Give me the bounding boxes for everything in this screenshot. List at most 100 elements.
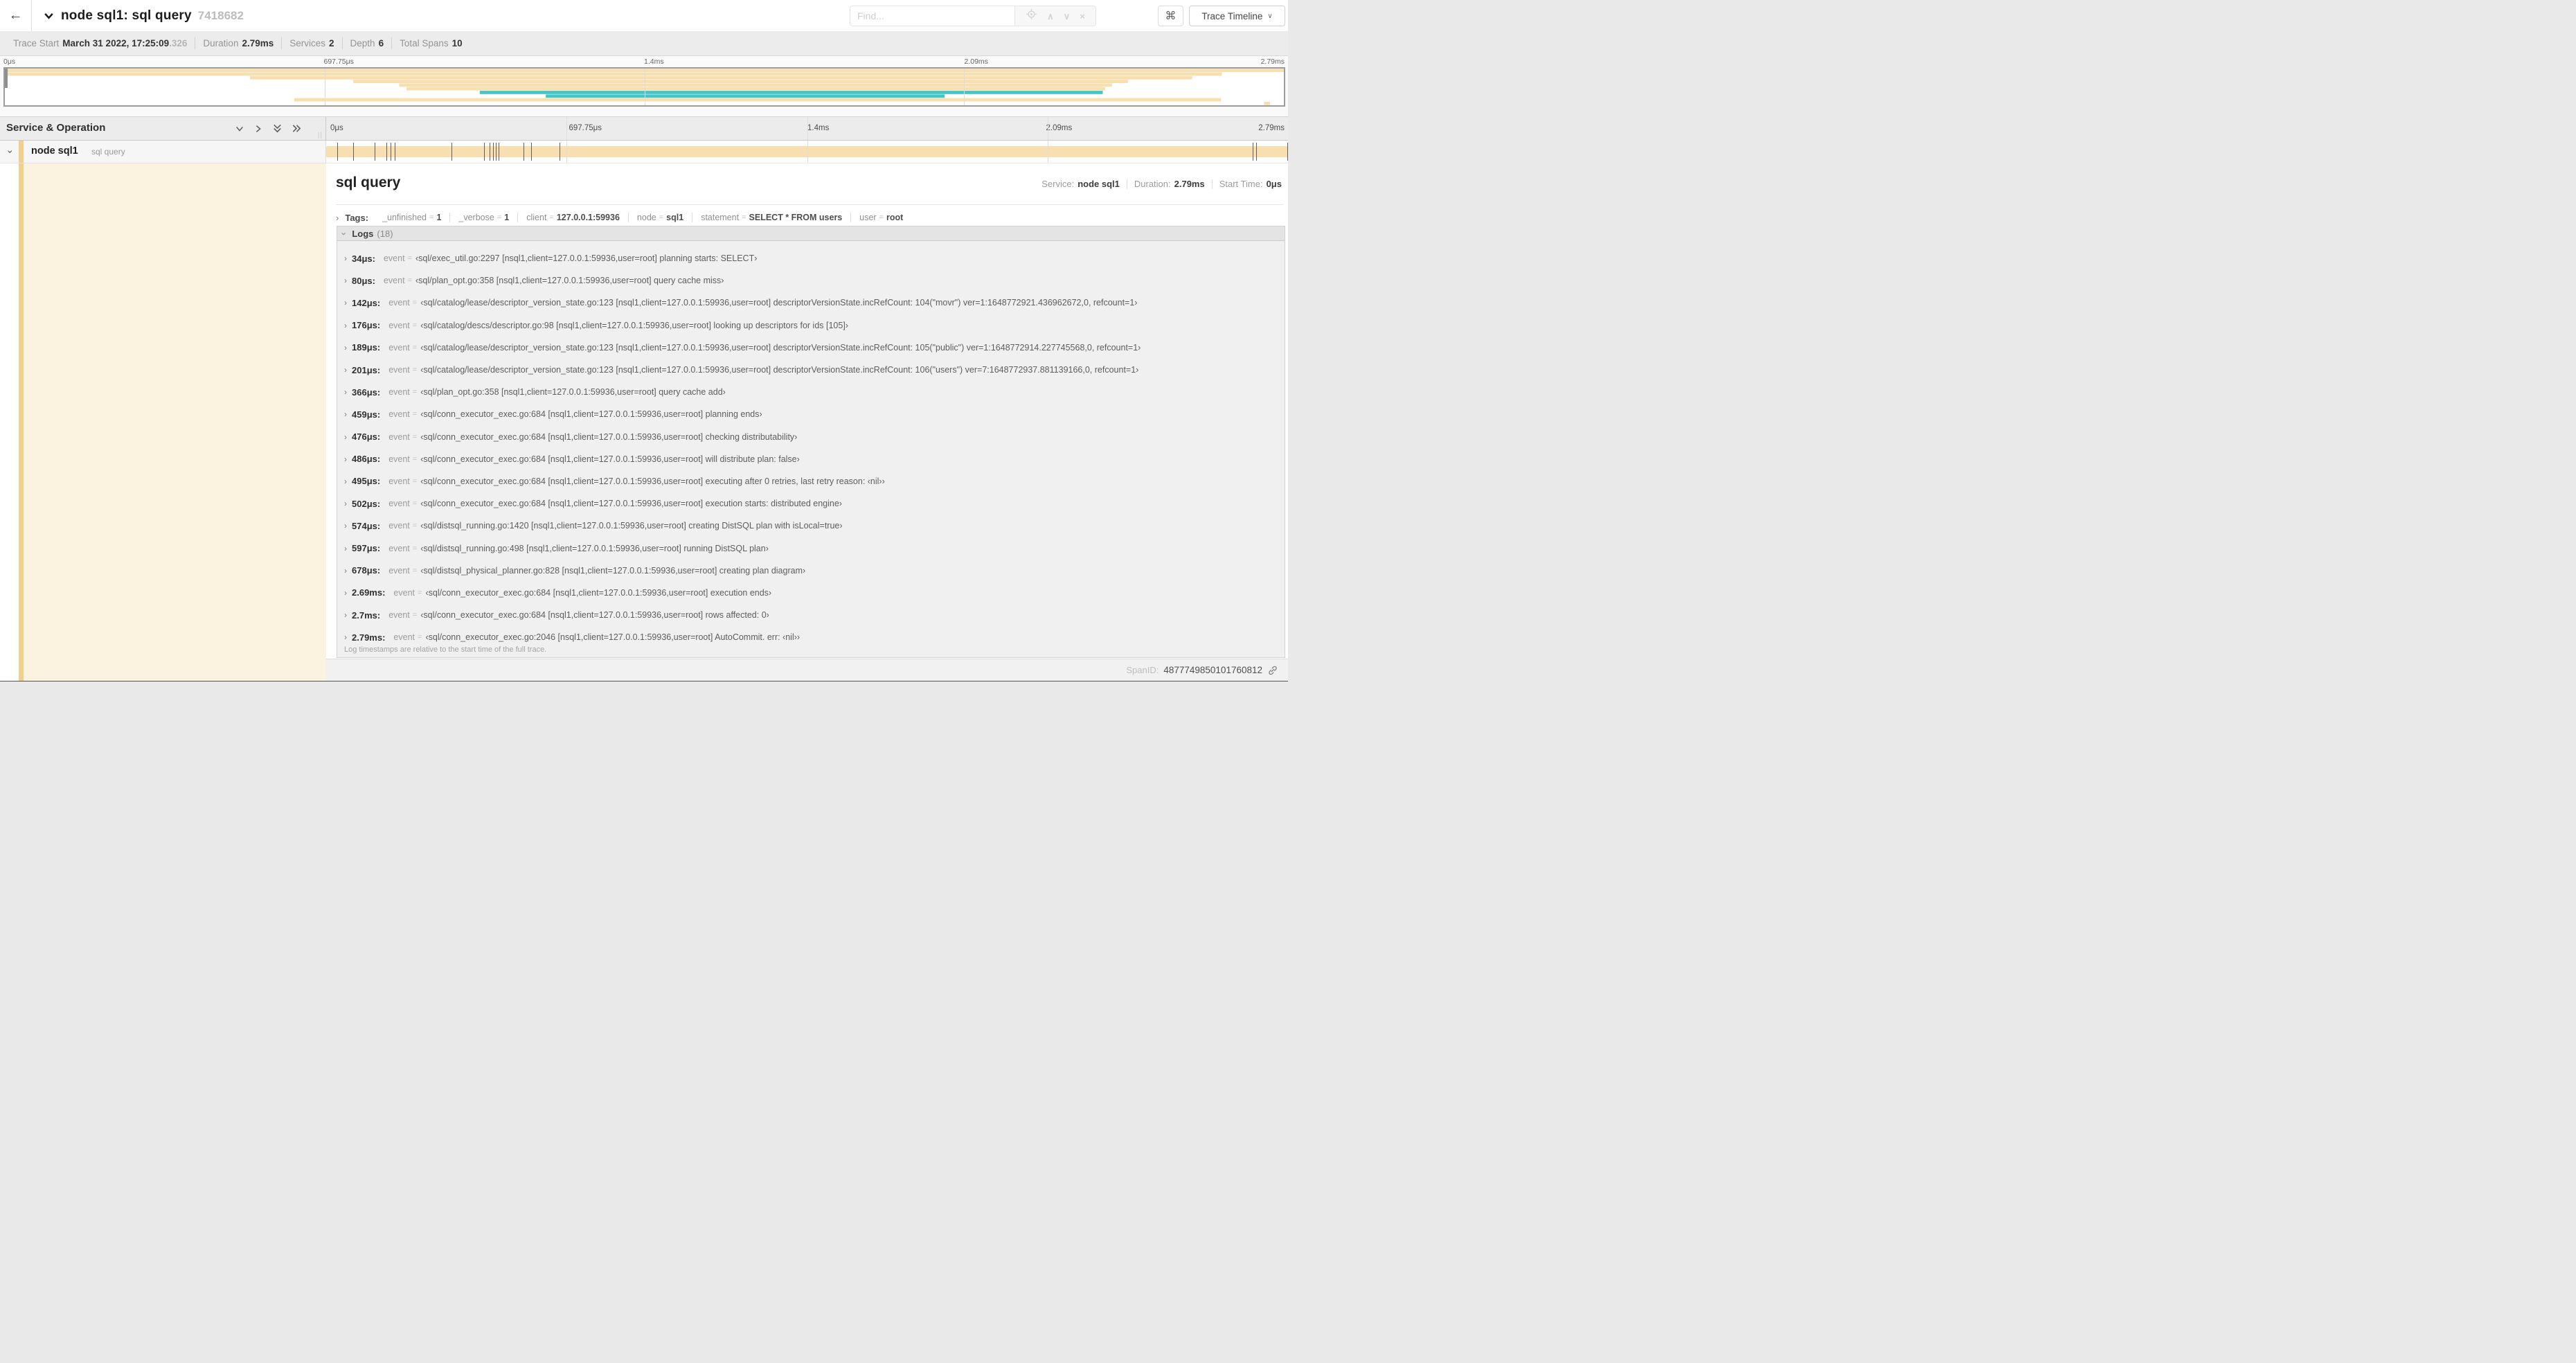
log-entry-row[interactable]: › 176μs: event = ‹sql/catalog/descs/descript… <box>337 314 1285 337</box>
service-operation-title: Service & Operation <box>6 122 106 134</box>
keyboard-shortcuts-button[interactable]: ⌘ <box>1158 6 1183 26</box>
logs-accordion-header[interactable]: › Logs (18) <box>337 226 1285 241</box>
trace-meta-item: Duration 2.79ms <box>195 37 283 49</box>
minimap-span <box>546 94 945 98</box>
span-id-value: 4877749850101760812 <box>1163 665 1262 675</box>
span-log-marker[interactable] <box>496 143 497 161</box>
collapse-one-chevron-down-icon[interactable] <box>235 124 244 134</box>
tag-equals: = <box>742 213 746 222</box>
span-name-cell[interactable]: › node sql1 sql query <box>0 141 326 163</box>
span-log-marker[interactable] <box>451 143 453 161</box>
span-log-marker[interactable] <box>531 143 533 161</box>
log-field-value: ‹sql/catalog/lease/descriptor_version_st… <box>420 365 1139 375</box>
log-field-value: ‹sql/distsql_physical_planner.go:828 [ns… <box>420 565 806 576</box>
expand-all-double-chevron-right-icon[interactable] <box>292 123 302 134</box>
trace-title-group: node sql1: sql query 7418682 <box>43 0 244 31</box>
span-row-node-sql1[interactable]: › node sql1 sql query <box>0 141 1288 163</box>
logs-list: › 34μs: event = ‹sql/exec_util.go:2297 [nsql… <box>337 241 1285 657</box>
log-entry-row[interactable]: › 502μs: event = ‹sql/conn_executor_exec.go:… <box>337 492 1285 515</box>
log-entry-row[interactable]: › 366μs: event = ‹sql/plan_opt.go:358 [nsql1… <box>337 381 1285 403</box>
minimap-span <box>5 72 1222 76</box>
meta-label: Services <box>289 38 326 48</box>
span-bar-cell[interactable] <box>326 141 1288 163</box>
tag-item[interactable]: statement = SELECT * FROM users <box>692 213 852 222</box>
log-field-value: ‹sql/conn_executor_exec.go:684 [nsql1,cl… <box>425 587 772 598</box>
log-timestamp: 201μs: <box>352 364 381 375</box>
next-result-chevron-down-icon[interactable]: ∨ <box>1064 12 1071 21</box>
log-entry-row[interactable]: › 142μs: event = ‹sql/catalog/lease/descript… <box>337 292 1285 314</box>
log-entry-row[interactable]: › 574μs: event = ‹sql/distsql_running.go:142… <box>337 515 1285 537</box>
span-color-stripe <box>19 163 24 681</box>
meta-label: Depth <box>350 38 375 48</box>
tags-accordion-header[interactable]: › Tags: _unfinished = 1 _verbose = 1 client = 12… <box>336 209 1283 226</box>
log-entry-row[interactable]: › 34μs: event = ‹sql/exec_util.go:2297 [nsql… <box>337 247 1285 269</box>
timeline-gridline <box>566 117 568 140</box>
log-timestamp: 176μs: <box>352 320 381 331</box>
meta-label: Trace Start <box>13 38 60 48</box>
start-time-label: Start Time: <box>1219 179 1263 189</box>
locate-span-icon[interactable] <box>1026 8 1037 24</box>
log-entry-row[interactable]: › 476μs: event = ‹sql/conn_executor_exec.go:… <box>337 426 1285 448</box>
minimap-canvas[interactable] <box>3 67 1285 107</box>
log-entry-row[interactable]: › 80μs: event = ‹sql/plan_opt.go:358 [nsql1,… <box>337 269 1285 292</box>
deep-link-icon[interactable] <box>1267 665 1278 676</box>
log-entry-row[interactable]: › 678μs: event = ‹sql/distsql_physical_plann… <box>337 560 1285 582</box>
minimap-tick-labels: 0μs 697.75μs 1.4ms 2.09ms 2.79ms <box>3 57 1285 66</box>
span-collapse-chevron-down-icon[interactable]: › <box>5 150 16 154</box>
log-field-value: ‹sql/conn_executor_exec.go:684 [nsql1,cl… <box>420 499 842 509</box>
tag-item[interactable]: node = sql1 <box>629 213 693 222</box>
log-entry-row[interactable]: › 486μs: event = ‹sql/conn_executor_exec.go:… <box>337 448 1285 470</box>
tag-key: client <box>526 213 547 222</box>
log-entry-row[interactable]: › 459μs: event = ‹sql/conn_executor_exec.go:… <box>337 403 1285 425</box>
log-equals: = <box>412 499 418 508</box>
log-entry-row[interactable]: › 189μs: event = ‹sql/catalog/lease/descript… <box>337 337 1285 359</box>
collapse-all-double-chevron-down-icon[interactable] <box>272 123 283 134</box>
log-timestamp: 34μs: <box>352 253 375 264</box>
prev-result-chevron-up-icon[interactable]: ∧ <box>1047 12 1054 21</box>
tag-item[interactable]: _verbose = 1 <box>450 213 519 222</box>
chevron-right-icon: › <box>344 521 347 531</box>
view-selector-button[interactable]: Trace Timeline ∨ <box>1189 6 1285 26</box>
span-log-marker[interactable] <box>1256 143 1258 161</box>
back-button[interactable]: ← <box>0 0 32 31</box>
tag-item[interactable]: _unfinished = 1 <box>374 213 451 222</box>
tag-item[interactable]: client = 127.0.0.1:59936 <box>518 213 629 222</box>
collapse-trace-chevron-down-icon[interactable] <box>43 10 55 21</box>
log-field-value: ‹sql/conn_executor_exec.go:2046 [nsql1,c… <box>425 632 800 643</box>
tag-key: node <box>636 213 656 222</box>
span-log-marker[interactable] <box>483 143 485 161</box>
expand-one-chevron-right-icon[interactable] <box>253 124 263 134</box>
timeline-tick-label: 1.4ms <box>807 124 830 132</box>
tag-item[interactable]: user = root <box>851 213 911 222</box>
log-entry-row[interactable]: › 201μs: event = ‹sql/catalog/lease/descript… <box>337 359 1285 381</box>
tags-label: Tags: <box>345 212 369 223</box>
log-timestamp: 2.7ms: <box>352 609 381 621</box>
tag-key: _unfinished <box>382 213 427 222</box>
log-entry-row[interactable]: › 2.7ms: event = ‹sql/conn_executor_exec.go:… <box>337 604 1285 626</box>
tag-key: statement <box>701 213 740 222</box>
log-entry-row[interactable]: › 495μs: event = ‹sql/conn_executor_exec.go:… <box>337 470 1285 492</box>
log-entry-row[interactable]: › 597μs: event = ‹sql/distsql_running.go:498… <box>337 537 1285 559</box>
trace-meta-item: Total Spans 10 <box>392 37 470 49</box>
minimap-left-scrubber-handle[interactable] <box>5 69 8 88</box>
log-timestamp: 486μs: <box>352 454 381 465</box>
log-timestamp: 495μs: <box>352 476 381 487</box>
log-equals: = <box>412 410 418 419</box>
tag-value: sql1 <box>666 213 684 222</box>
span-log-marker[interactable] <box>386 143 387 161</box>
minimap-tick-label: 1.4ms <box>644 57 664 66</box>
view-selector-label: Trace Timeline <box>1201 10 1263 21</box>
log-entry-row[interactable]: › 2.69ms: event = ‹sql/conn_executor_exec.go… <box>337 582 1285 604</box>
meta-label: Duration <box>203 38 239 48</box>
chevron-right-icon: › <box>344 543 347 553</box>
log-equals: = <box>412 544 418 553</box>
column-resizer-handle[interactable]: || <box>318 132 323 139</box>
span-log-marker[interactable] <box>492 143 494 161</box>
meta-value-suffix: .326 <box>169 38 188 48</box>
clear-search-icon[interactable]: × <box>1080 12 1085 21</box>
span-log-marker[interactable] <box>337 143 338 161</box>
find-input[interactable] <box>850 6 1014 26</box>
span-log-marker[interactable] <box>352 143 354 161</box>
log-field-key: event <box>383 253 405 264</box>
span-log-marker[interactable] <box>1287 143 1288 161</box>
